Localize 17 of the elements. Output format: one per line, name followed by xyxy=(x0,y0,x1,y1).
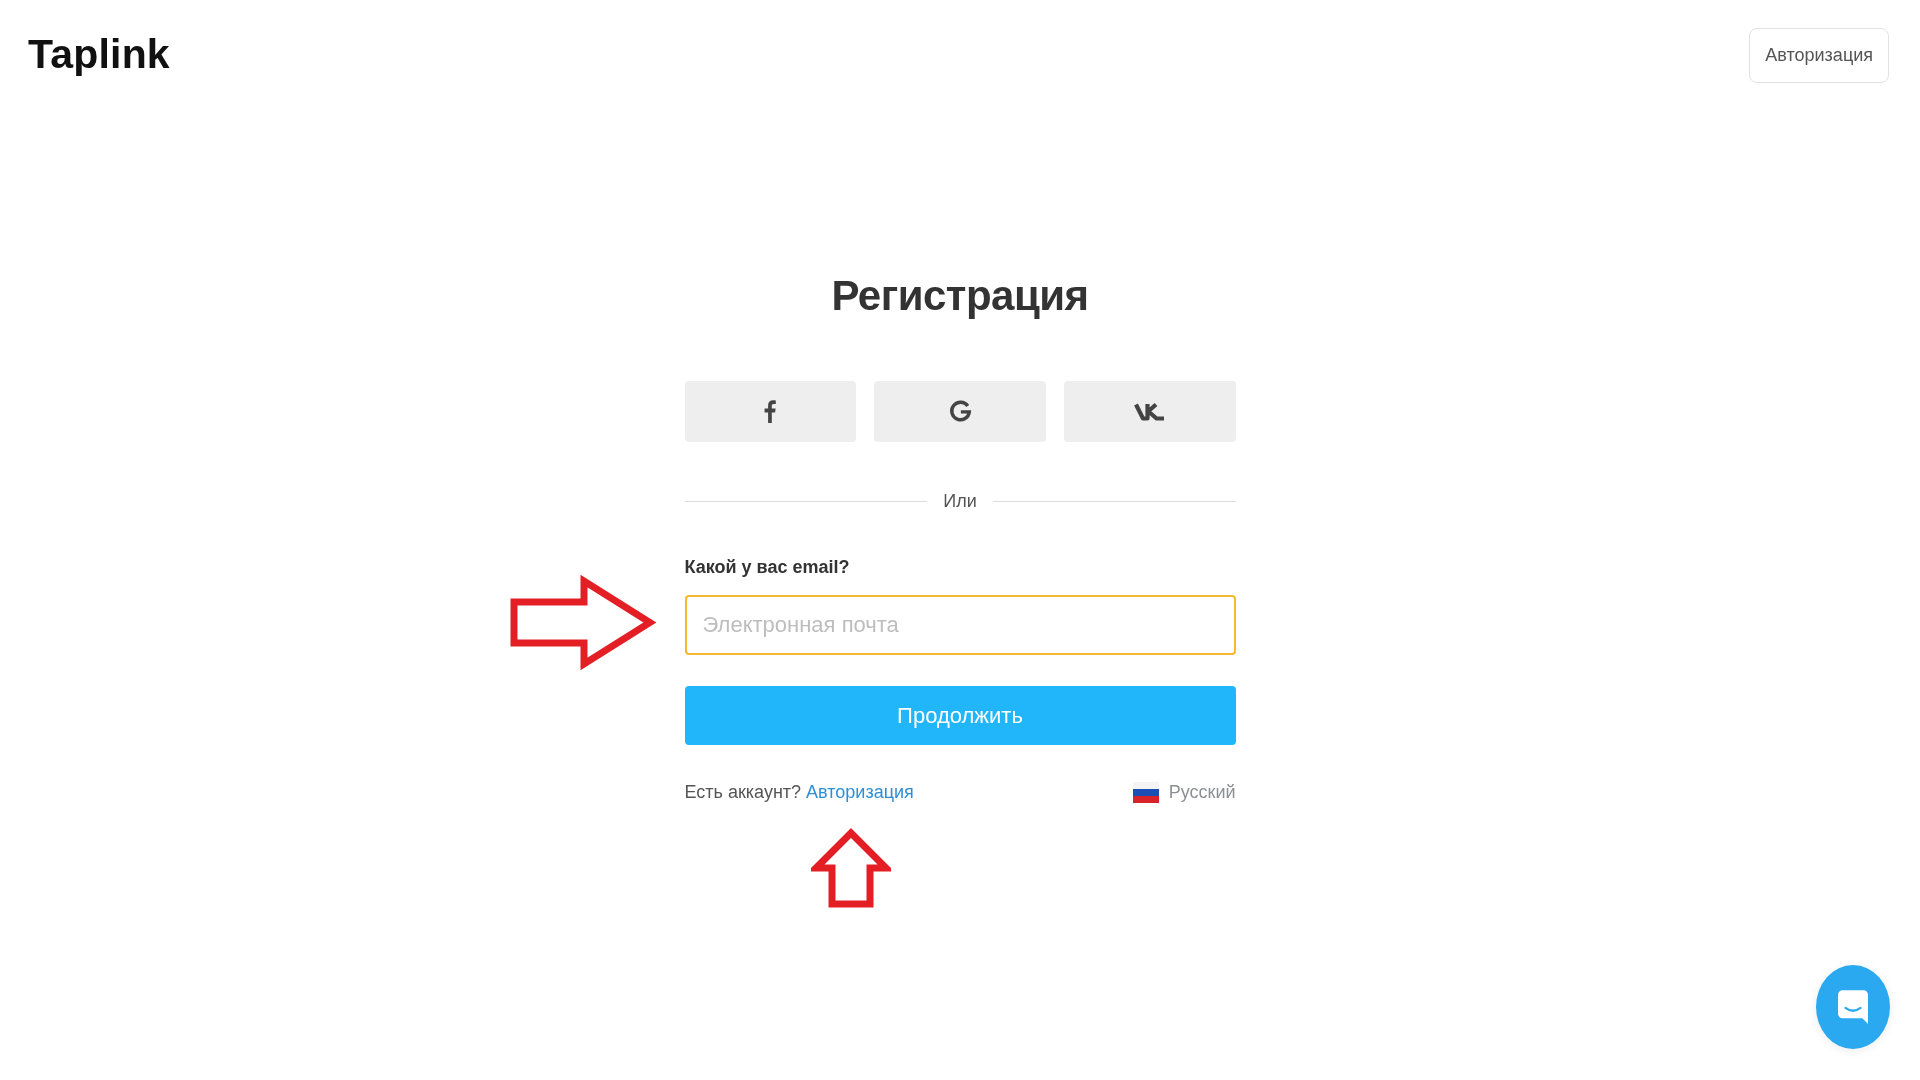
login-button[interactable]: Авторизация xyxy=(1749,28,1889,83)
account-prompt: Есть аккаунт? xyxy=(684,781,802,804)
email-input[interactable]: Электронная почта xyxy=(684,595,1236,656)
google-icon xyxy=(948,400,972,424)
vk-icon xyxy=(1133,402,1166,422)
divider-label: Или xyxy=(943,490,977,513)
social-login-button[interactable] xyxy=(1063,381,1236,443)
chat-icon xyxy=(1838,990,1868,1024)
login-link[interactable]: Авторизация xyxy=(806,781,914,804)
social-login-button[interactable] xyxy=(874,381,1046,443)
page-title: Регистрация xyxy=(831,271,1089,321)
facebook-icon xyxy=(764,400,777,424)
flag-icon xyxy=(1132,781,1159,803)
email-label: Какой у вас email? xyxy=(684,556,850,579)
language-selector[interactable]: Русский xyxy=(1132,781,1236,804)
logo[interactable]: Taplink xyxy=(28,34,170,75)
continue-button[interactable]: Продолжить xyxy=(684,686,1236,746)
